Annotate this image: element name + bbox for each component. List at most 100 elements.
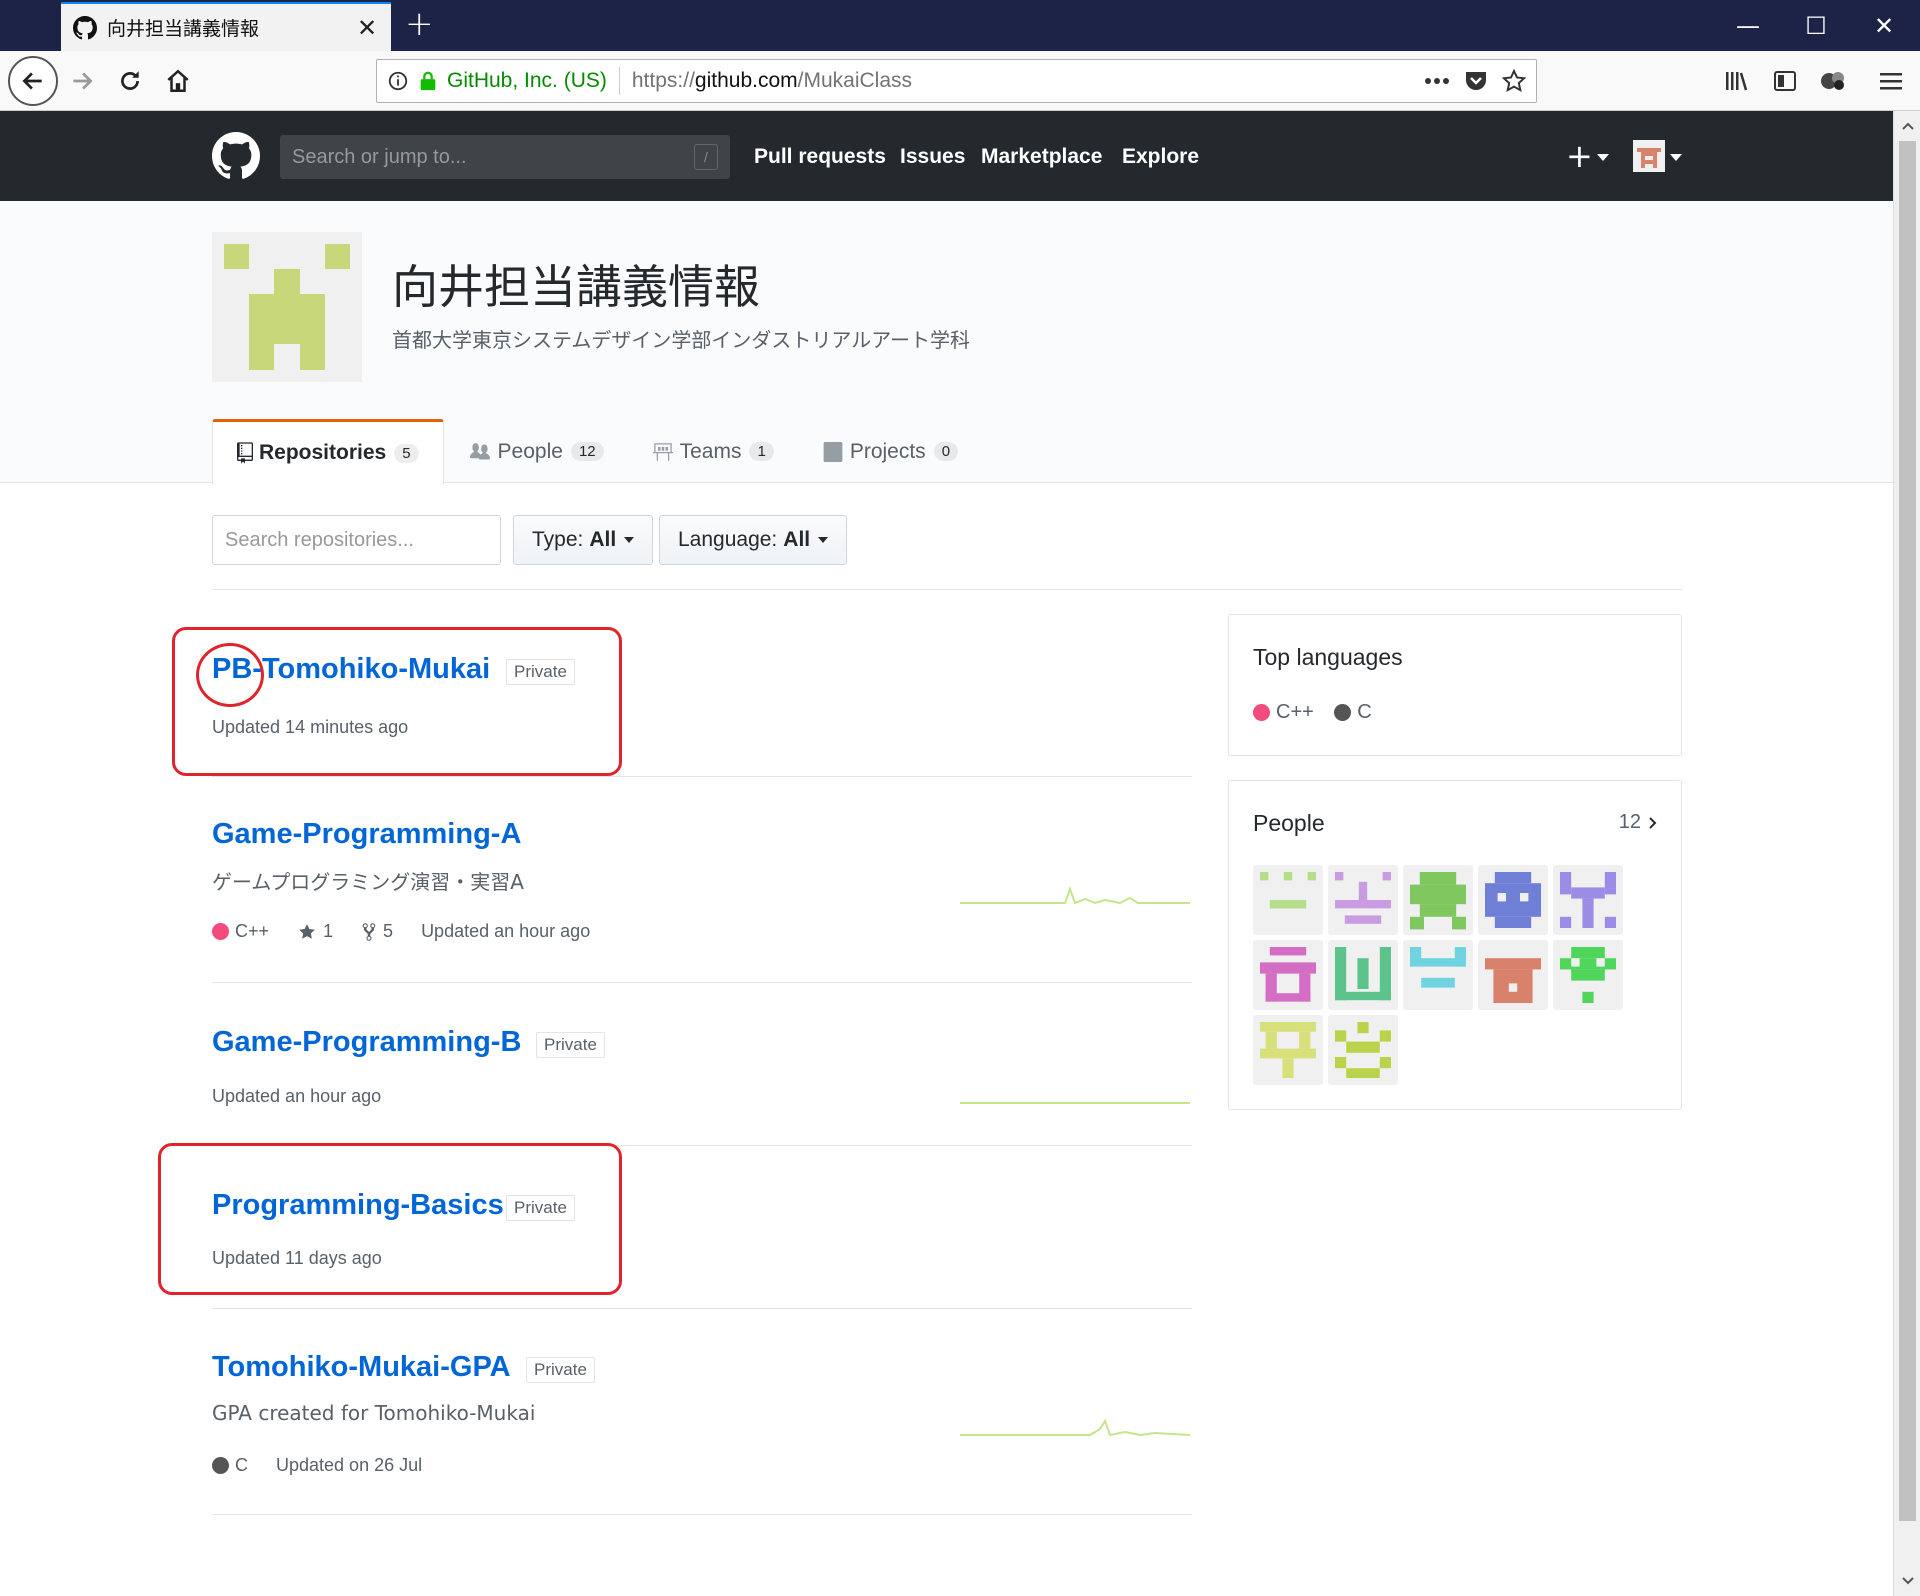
repo-forks[interactable]: 5 bbox=[361, 921, 393, 942]
scroll-down-arrow-icon[interactable] bbox=[1894, 1570, 1920, 1592]
reload-icon bbox=[121, 71, 139, 90]
url-bar[interactable]: GitHub, Inc. (US) https://github.com/Muk… bbox=[376, 59, 1537, 103]
tab-people-label: People bbox=[497, 439, 563, 463]
reload-button[interactable] bbox=[110, 61, 150, 101]
browser-tab[interactable]: 向井担当講義情報 ✕ bbox=[61, 2, 391, 51]
bookmark-star-icon[interactable] bbox=[1502, 69, 1526, 93]
nav-explore[interactable]: Explore bbox=[1122, 145, 1199, 169]
user-menu-caret-icon[interactable] bbox=[1670, 154, 1682, 161]
repo-name-link[interactable]: Game-Programming-B bbox=[212, 1026, 521, 1059]
tab-teams-count: 1 bbox=[749, 442, 774, 461]
member-avatar[interactable] bbox=[1403, 940, 1473, 1010]
language-filter-label: Language: bbox=[678, 528, 778, 551]
page-actions-icon[interactable] bbox=[1424, 77, 1450, 85]
chevron-down-icon bbox=[624, 537, 635, 543]
repo-updated: Updated on 26 Jul bbox=[276, 1455, 423, 1475]
type-filter-button[interactable]: Type: All bbox=[513, 515, 654, 565]
member-identicon-icon bbox=[1410, 947, 1466, 988]
repo-stars[interactable]: 1 bbox=[297, 921, 333, 942]
repo-description: GPA created for Tomohiko-Mukai bbox=[212, 1401, 536, 1425]
member-avatar[interactable] bbox=[1478, 865, 1548, 935]
repo-updated: Updated an hour ago bbox=[421, 921, 591, 941]
user-avatar[interactable] bbox=[1633, 140, 1665, 172]
lock-icon bbox=[420, 71, 436, 91]
repo-name-link[interactable]: Tomohiko-Mukai-GPA bbox=[212, 1351, 511, 1384]
member-avatar[interactable] bbox=[1253, 1015, 1323, 1085]
github-header: Search or jump to... / Pull requests Iss… bbox=[0, 111, 1893, 201]
nav-issues[interactable]: Issues bbox=[900, 145, 965, 169]
browser-nav-bar: GitHub, Inc. (US) https://github.com/Muk… bbox=[0, 51, 1920, 111]
window-maximize-button[interactable]: ☐ bbox=[1786, 8, 1846, 44]
language-item-c[interactable]: C bbox=[1334, 701, 1372, 724]
language-filter-value: All bbox=[783, 528, 811, 551]
create-new-caret-icon[interactable] bbox=[1597, 154, 1609, 161]
sidebar-icon[interactable] bbox=[1768, 65, 1802, 97]
repo-forks-count: 5 bbox=[383, 921, 394, 941]
home-icon bbox=[167, 69, 189, 92]
member-identicon-icon bbox=[1410, 872, 1466, 930]
tab-teams[interactable]: Teams 1 bbox=[628, 419, 798, 484]
home-button[interactable] bbox=[158, 61, 198, 101]
window-minimize-button[interactable]: — bbox=[1718, 8, 1778, 44]
window-close-button[interactable]: ✕ bbox=[1854, 8, 1914, 44]
member-avatar[interactable] bbox=[1328, 865, 1398, 935]
global-search-input[interactable]: Search or jump to... / bbox=[280, 135, 730, 179]
people-count-link[interactable]: 12 bbox=[1619, 811, 1659, 834]
activity-sparkline bbox=[960, 1102, 1190, 1104]
nav-marketplace[interactable]: Marketplace bbox=[981, 145, 1102, 169]
hamburger-menu-icon[interactable] bbox=[1874, 65, 1908, 97]
library-icon[interactable] bbox=[1720, 65, 1754, 97]
language-item-cpp[interactable]: C++ bbox=[1253, 701, 1314, 724]
back-button[interactable] bbox=[8, 56, 58, 106]
member-avatar[interactable] bbox=[1553, 865, 1623, 935]
private-badge: Private bbox=[536, 1032, 605, 1058]
repo-search-input[interactable]: Search repositories... bbox=[212, 515, 501, 565]
fork-icon bbox=[362, 922, 376, 941]
forward-button[interactable] bbox=[62, 61, 102, 101]
url-prefix: https:// bbox=[631, 69, 695, 92]
member-avatar[interactable] bbox=[1553, 940, 1623, 1010]
repo-language: C++ bbox=[212, 921, 269, 942]
repo-meta: C Updated on 26 Jul bbox=[212, 1455, 422, 1476]
language-filter-button[interactable]: Language: All bbox=[659, 515, 848, 565]
page-scrollbar[interactable] bbox=[1893, 111, 1920, 1596]
annotation-box bbox=[158, 1143, 622, 1295]
github-logo-icon[interactable] bbox=[212, 132, 260, 180]
top-languages-box: Top languages C++ C bbox=[1228, 614, 1682, 756]
member-identicon-icon bbox=[1260, 947, 1316, 1002]
private-badge: Private bbox=[526, 1357, 595, 1383]
site-identity[interactable]: GitHub, Inc. (US) bbox=[447, 69, 607, 93]
member-identicon-icon bbox=[1335, 1022, 1391, 1078]
top-languages-list: C++ C bbox=[1253, 701, 1388, 726]
url-text[interactable]: https://github.com/MukaiClass bbox=[632, 69, 1410, 93]
tab-people[interactable]: People 12 bbox=[444, 419, 628, 484]
member-avatar[interactable] bbox=[1328, 1015, 1398, 1085]
repo-list-item: Game-Programming-B Private Updated an ho… bbox=[212, 983, 1192, 1146]
url-separator bbox=[618, 67, 620, 95]
create-new-plus-icon[interactable]: + bbox=[1566, 138, 1593, 174]
extension-icon[interactable] bbox=[1816, 65, 1850, 97]
tab-repositories[interactable]: Repositories 5 bbox=[212, 419, 444, 484]
member-avatar[interactable] bbox=[1253, 865, 1323, 935]
tab-projects-label: Projects bbox=[849, 439, 926, 463]
tab-projects-count: 0 bbox=[933, 442, 959, 461]
member-avatar[interactable] bbox=[1328, 940, 1398, 1010]
nav-pull-requests[interactable]: Pull requests bbox=[754, 145, 886, 169]
star-icon bbox=[299, 923, 315, 939]
language-name: C++ bbox=[1276, 701, 1314, 723]
top-languages-title: Top languages bbox=[1253, 644, 1403, 670]
scrollbar-thumb[interactable] bbox=[1899, 141, 1916, 1521]
member-avatar[interactable] bbox=[1403, 865, 1473, 935]
member-avatar[interactable] bbox=[1253, 940, 1323, 1010]
new-tab-button[interactable]: + bbox=[405, 6, 434, 42]
pocket-icon[interactable] bbox=[1464, 70, 1488, 92]
tab-close-icon[interactable]: ✕ bbox=[355, 14, 379, 42]
scroll-up-arrow-icon[interactable] bbox=[1894, 115, 1920, 137]
info-icon[interactable] bbox=[387, 70, 409, 92]
org-title: 向井担当講義情報 bbox=[392, 260, 760, 314]
tab-projects[interactable]: Projects 0 bbox=[798, 419, 982, 484]
people-icon bbox=[468, 442, 492, 462]
repo-name-link[interactable]: Game-Programming-A bbox=[212, 818, 521, 851]
member-avatar[interactable] bbox=[1478, 940, 1548, 1010]
url-path: /MukaiClass bbox=[797, 69, 913, 92]
